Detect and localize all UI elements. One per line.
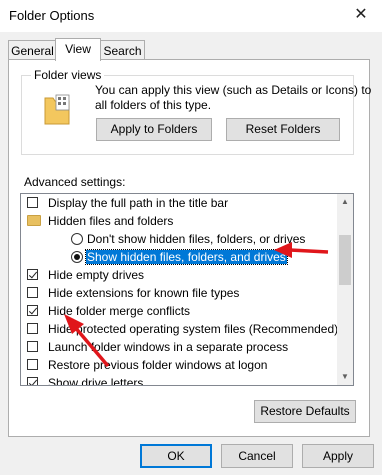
annotation-arrowhead: [64, 314, 84, 334]
restore-defaults-button[interactable]: Restore Defaults: [254, 400, 356, 423]
annotation-arrow-shaft: [72, 324, 110, 368]
cancel-button[interactable]: Cancel: [221, 444, 293, 468]
annotation-arrowhead: [274, 242, 292, 258]
tab-view[interactable]: View: [55, 38, 101, 61]
ok-button[interactable]: OK: [140, 444, 212, 468]
annotation-arrow-shaft: [289, 248, 329, 254]
apply-button[interactable]: Apply: [302, 444, 374, 468]
